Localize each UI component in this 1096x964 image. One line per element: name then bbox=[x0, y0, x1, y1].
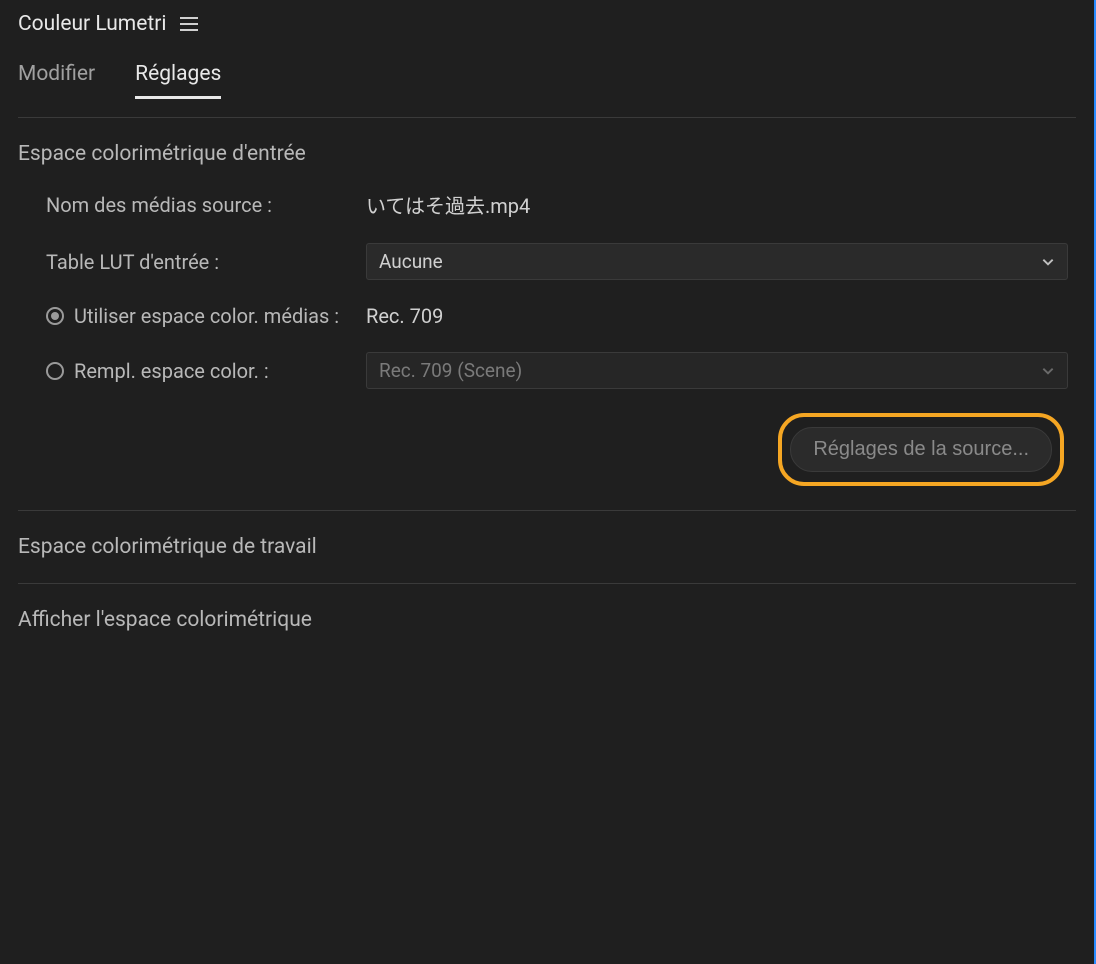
use-media-cs-label: Utiliser espace color. médias : bbox=[74, 304, 339, 328]
override-cs-row: Rempl. espace color. : Rec. 709 (Scene) bbox=[18, 352, 1076, 389]
display-cs-title: Afficher l'espace colorimétrique bbox=[18, 608, 312, 632]
source-media-name-value: いてはそ過去.mp4 bbox=[366, 190, 530, 219]
input-lut-dropdown[interactable]: Aucune bbox=[366, 243, 1068, 280]
panel-title: Couleur Lumetri bbox=[18, 12, 166, 36]
panel-header: Couleur Lumetri bbox=[0, 0, 1094, 44]
override-cs-option[interactable]: Rempl. espace color. : bbox=[46, 359, 366, 383]
input-lut-label: Table LUT d'entrée : bbox=[46, 250, 366, 274]
input-color-space-section: Espace colorimétrique d'entrée Nom des m… bbox=[0, 118, 1094, 510]
source-media-name-row: Nom des médias source : いてはそ過去.mp4 bbox=[18, 190, 1076, 219]
override-cs-dropdown: Rec. 709 (Scene) bbox=[366, 352, 1068, 389]
hamburger-menu-icon[interactable] bbox=[180, 17, 198, 31]
working-color-space-section[interactable]: Espace colorimétrique de travail bbox=[0, 511, 1094, 583]
use-media-cs-value: Rec. 709 bbox=[366, 304, 443, 328]
display-color-space-section[interactable]: Afficher l'espace colorimétrique bbox=[0, 584, 1094, 656]
input-cs-title: Espace colorimétrique d'entrée bbox=[18, 142, 1076, 166]
radio-override-cs[interactable] bbox=[46, 362, 64, 380]
override-cs-label: Rempl. espace color. : bbox=[74, 359, 269, 383]
chevron-down-icon bbox=[1041, 364, 1055, 378]
use-media-cs-row: Utiliser espace color. médias : Rec. 709 bbox=[18, 304, 1076, 328]
tab-settings[interactable]: Réglages bbox=[135, 62, 221, 99]
tab-modify[interactable]: Modifier bbox=[18, 62, 95, 99]
chevron-down-icon bbox=[1041, 255, 1055, 269]
input-lut-value: Aucune bbox=[379, 250, 443, 273]
input-lut-row: Table LUT d'entrée : Aucune bbox=[18, 243, 1076, 280]
highlight-annotation: Réglages de la source... bbox=[778, 413, 1064, 486]
source-settings-wrap: Réglages de la source... bbox=[18, 413, 1076, 486]
tab-bar: Modifier Réglages bbox=[0, 44, 1094, 99]
use-media-cs-option[interactable]: Utiliser espace color. médias : bbox=[46, 304, 366, 328]
source-media-name-label: Nom des médias source : bbox=[46, 193, 366, 217]
working-cs-title: Espace colorimétrique de travail bbox=[18, 535, 317, 559]
radio-use-media-cs[interactable] bbox=[46, 307, 64, 325]
override-cs-value: Rec. 709 (Scene) bbox=[379, 359, 522, 382]
lumetri-color-panel: Couleur Lumetri Modifier Réglages Espace… bbox=[0, 0, 1096, 964]
source-settings-button[interactable]: Réglages de la source... bbox=[790, 427, 1052, 472]
